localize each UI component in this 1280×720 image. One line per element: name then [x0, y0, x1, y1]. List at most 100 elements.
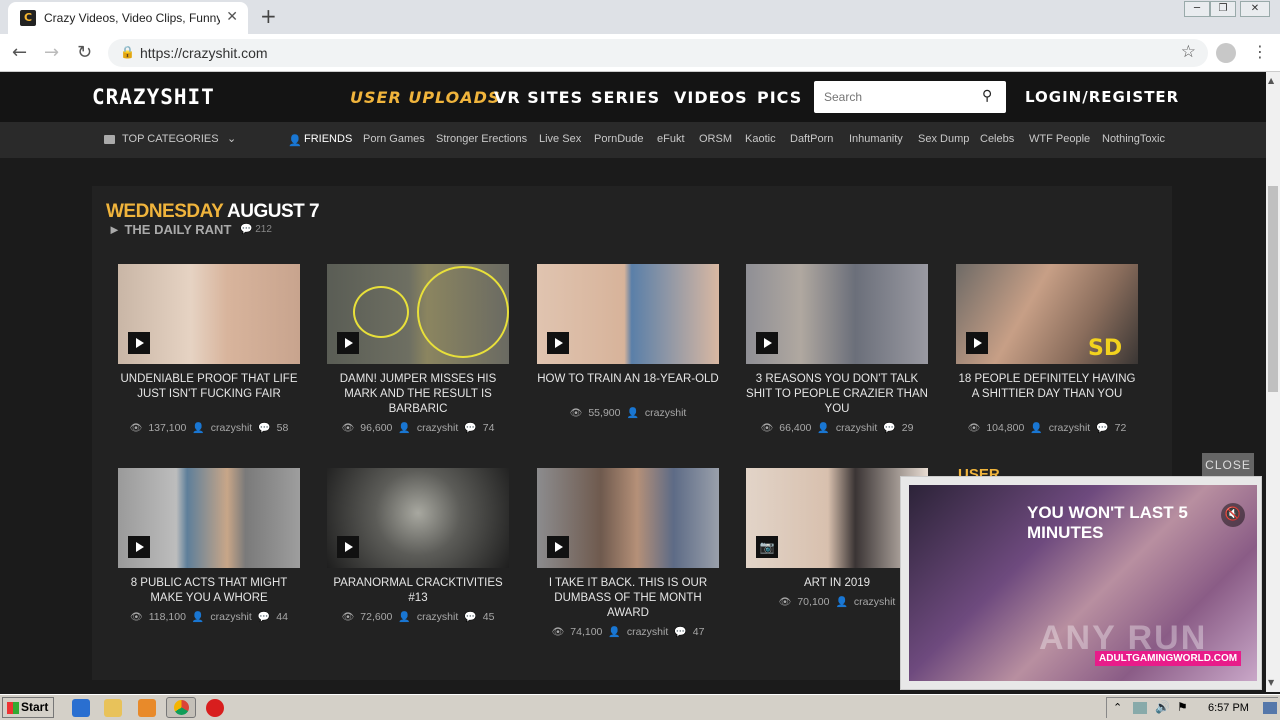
scroll-up-icon[interactable]: ▲ — [1268, 76, 1274, 85]
subnav-stronger-erections[interactable]: Stronger Erections — [436, 133, 527, 145]
subnav-porn-games[interactable]: Porn Games — [363, 133, 425, 145]
reload-icon[interactable]: ↻ — [77, 42, 92, 63]
play-icon[interactable] — [128, 332, 150, 354]
subnav-efukt[interactable]: eFukt — [657, 133, 685, 145]
search-input[interactable] — [814, 81, 974, 113]
play-icon[interactable] — [547, 332, 569, 354]
ad-popup[interactable]: YOU WON'T LAST 5 MINUTES 🔇 ANY RUN ADULT… — [900, 476, 1262, 690]
play-icon[interactable] — [756, 332, 778, 354]
video-title[interactable]: DAMN! JUMPER MISSES HIS MARK AND THE RES… — [327, 372, 509, 417]
page-scrollbar[interactable]: ▲ ▼ — [1266, 72, 1280, 692]
new-tab-button[interactable]: + — [260, 4, 277, 28]
ad-close-button[interactable]: CLOSE — [1202, 453, 1254, 477]
top-categories-dropdown[interactable]: TOP CATEGORIES — [122, 133, 219, 145]
subnav-nothingtoxic[interactable]: NothingToxic — [1102, 133, 1165, 145]
eye-icon: 👁 — [551, 627, 565, 638]
video-title[interactable]: I TAKE IT BACK. THIS IS OUR DUMBASS OF T… — [537, 576, 719, 621]
video-title[interactable]: HOW TO TRAIN AN 18-YEAR-OLD — [537, 372, 719, 387]
ad-brand[interactable]: ADULTGAMINGWORLD.COM — [1095, 651, 1242, 666]
video-card[interactable]: SD 18 PEOPLE DEFINITELY HAVING A SHITTIE… — [956, 264, 1138, 444]
address-bar[interactable]: 🔒 https://crazyshit.com ☆ — [108, 39, 1208, 67]
video-card[interactable]: PARANORMAL CRACKTIVITIES #13 👁 72,600 👤 cra… — [327, 468, 509, 648]
windows-logo-icon — [7, 702, 19, 714]
login-register-link[interactable]: LOGIN/REGISTER — [1025, 88, 1179, 106]
subnav-porndude[interactable]: PornDude — [594, 133, 644, 145]
network-icon[interactable] — [1133, 702, 1147, 714]
scroll-down-icon[interactable]: ▼ — [1268, 678, 1274, 687]
subnav-wtf-people[interactable]: WTF People — [1029, 133, 1090, 145]
eye-icon: 👁 — [967, 423, 981, 434]
search-icon[interactable]: ⚲ — [982, 88, 992, 104]
camera-icon[interactable]: 📷 — [756, 536, 778, 558]
volume-icon[interactable]: 🔊 — [1155, 700, 1170, 714]
url-text[interactable]: https://crazyshit.com — [140, 45, 268, 61]
comment-icon: 💬 — [464, 612, 477, 623]
play-icon[interactable] — [337, 536, 359, 558]
browser-tab[interactable]: C Crazy Videos, Video Clips, Funny Vid ✕ — [8, 2, 248, 34]
video-card[interactable]: 3 REASONS YOU DON'T TALK SHIT TO PEOPLE … — [746, 264, 928, 444]
video-thumbnail[interactable] — [537, 264, 719, 364]
alert-icon[interactable] — [206, 699, 224, 717]
nav-user-uploads[interactable]: USER UPLOADS — [350, 88, 500, 107]
site-logo[interactable]: CRAZYSHIT — [92, 85, 215, 109]
video-title[interactable]: UNDENIABLE PROOF THAT LIFE JUST ISN'T FU… — [118, 372, 300, 402]
subnav-daftporn[interactable]: DaftPorn — [790, 133, 833, 145]
play-icon[interactable] — [337, 332, 359, 354]
video-thumbnail[interactable] — [537, 468, 719, 568]
lock-icon: 🔒 — [120, 45, 135, 59]
video-card[interactable]: 8 PUBLIC ACTS THAT MIGHT MAKE YOU A WHOR… — [118, 468, 300, 648]
video-thumbnail[interactable] — [746, 264, 928, 364]
video-card[interactable]: HOW TO TRAIN AN 18-YEAR-OLD 👁 55,900 👤 craz… — [537, 264, 719, 444]
subnav-kaotic[interactable]: Kaotic — [745, 133, 776, 145]
play-icon[interactable] — [547, 536, 569, 558]
video-card[interactable]: DAMN! JUMPER MISSES HIS MARK AND THE RES… — [327, 264, 509, 444]
play-icon[interactable] — [128, 536, 150, 558]
video-title[interactable]: PARANORMAL CRACKTIVITIES #13 — [327, 576, 509, 606]
folder-taskbar-icon[interactable] — [104, 699, 122, 717]
video-thumbnail[interactable] — [327, 468, 509, 568]
bookmark-star-icon[interactable]: ☆ — [1181, 42, 1196, 62]
nav-vr-sites[interactable]: VR SITES — [494, 88, 583, 107]
subnav-live-sex[interactable]: Live Sex — [539, 133, 581, 145]
show-desktop-icon[interactable] — [1263, 702, 1277, 714]
flag-icon[interactable]: ⚑ — [1177, 700, 1188, 714]
subnav-sex-dump[interactable]: Sex Dump — [918, 133, 969, 145]
start-button[interactable]: Start — [2, 697, 54, 718]
ad-image[interactable]: YOU WON'T LAST 5 MINUTES 🔇 ANY RUN ADULT… — [909, 485, 1257, 681]
menu-dots-icon[interactable]: ⋮ — [1252, 42, 1268, 61]
mute-icon[interactable]: 🔇 — [1221, 503, 1245, 527]
restore-button[interactable]: ❐ — [1210, 1, 1236, 17]
video-title[interactable]: 8 PUBLIC ACTS THAT MIGHT MAKE YOU A WHOR… — [118, 576, 300, 606]
video-card[interactable]: UNDENIABLE PROOF THAT LIFE JUST ISN'T FU… — [118, 264, 300, 444]
back-arrow-icon[interactable]: ← — [12, 42, 27, 63]
nav-pics[interactable]: PICS — [757, 88, 802, 107]
video-title[interactable]: 3 REASONS YOU DON'T TALK SHIT TO PEOPLE … — [746, 372, 928, 417]
chevron-down-icon[interactable]: ⌄ — [227, 132, 236, 145]
daily-rant-link[interactable]: ► THE DAILY RANT — [108, 222, 231, 237]
profile-avatar[interactable] — [1216, 43, 1236, 63]
tray-expand-icon[interactable]: ⌃ — [1113, 701, 1122, 714]
subnav-celebs[interactable]: Celebs — [980, 133, 1014, 145]
subnav-inhumanity[interactable]: Inhumanity — [849, 133, 903, 145]
tab-close-icon[interactable]: ✕ — [226, 9, 238, 25]
video-title[interactable]: 18 PEOPLE DEFINITELY HAVING A SHITTIER D… — [956, 372, 1138, 402]
video-meta: 👁 96,600 👤 crazyshit 💬 74 — [341, 422, 495, 434]
video-thumbnail[interactable] — [118, 468, 300, 568]
nav-videos[interactable]: VIDEOS — [674, 88, 748, 107]
play-icon[interactable] — [966, 332, 988, 354]
video-thumbnail[interactable]: SD — [956, 264, 1138, 364]
ie-icon[interactable] — [72, 699, 90, 717]
subnav-orsm[interactable]: ORSM — [699, 133, 732, 145]
nav-series[interactable]: SERIES — [591, 88, 660, 107]
close-window-button[interactable]: ✕ — [1240, 1, 1270, 17]
media-player-icon[interactable] — [138, 699, 156, 717]
chrome-taskbar-button[interactable] — [166, 697, 196, 718]
forward-arrow-icon[interactable]: → — [44, 42, 59, 63]
video-thumbnail[interactable] — [118, 264, 300, 364]
video-card[interactable]: I TAKE IT BACK. THIS IS OUR DUMBASS OF T… — [537, 468, 719, 648]
scroll-thumb[interactable] — [1268, 186, 1278, 392]
subnav-friends[interactable]: FRIENDS — [304, 133, 352, 145]
video-meta: 👁 66,400 👤 crazyshit 💬 29 — [760, 422, 914, 434]
video-thumbnail[interactable] — [327, 264, 509, 364]
minimize-button[interactable]: ─ — [1184, 1, 1210, 17]
